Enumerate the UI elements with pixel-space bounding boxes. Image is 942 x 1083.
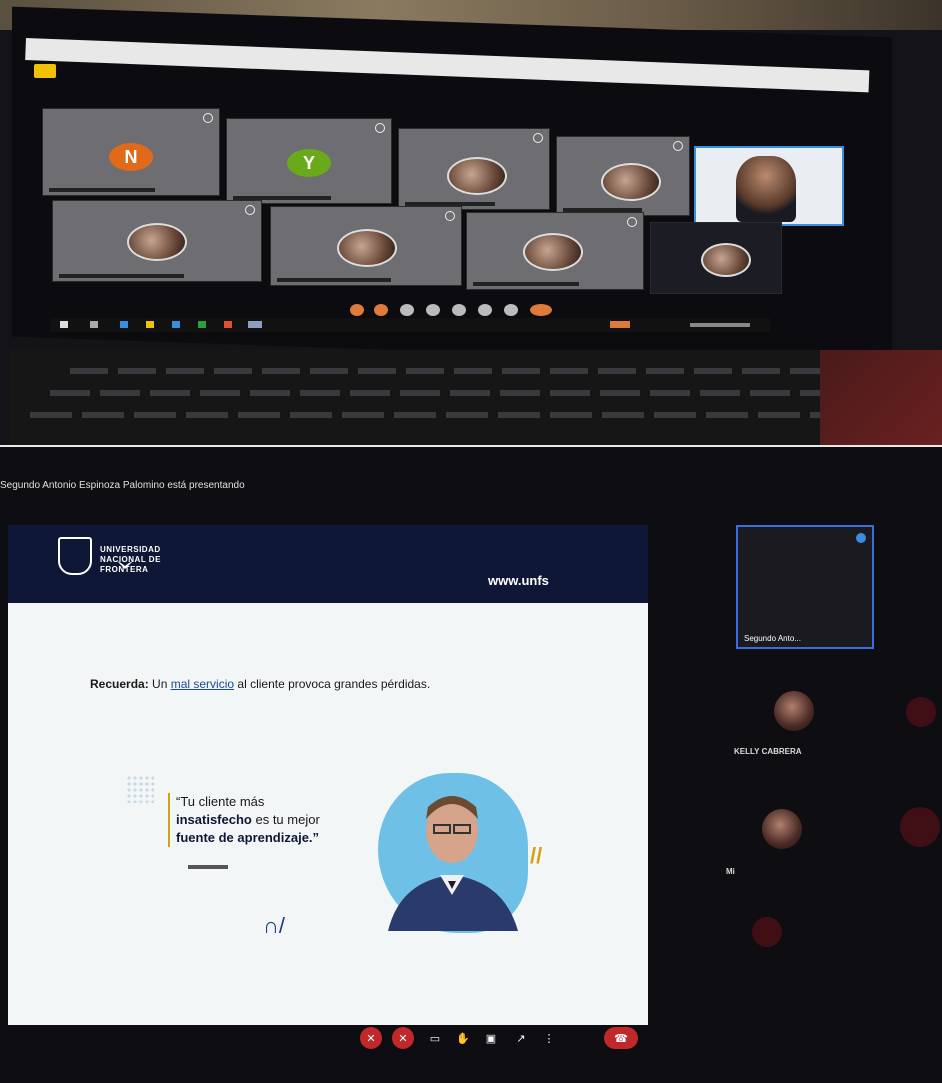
mic-off-icon[interactable]: ✕ (360, 1027, 382, 1049)
search-icon[interactable] (90, 321, 98, 328)
camera-icon[interactable] (374, 304, 388, 316)
pin-icon[interactable] (375, 123, 385, 133)
slash-decoration: // (530, 843, 543, 868)
quote-line-2-rest: es tu mejor (251, 812, 320, 827)
participant-tile[interactable]: Y (226, 118, 392, 204)
avatar (127, 223, 187, 261)
pin-icon[interactable] (245, 205, 255, 215)
app-icon[interactable] (248, 321, 262, 328)
avatar (337, 229, 397, 267)
slide-quote: “Tu cliente más insatisfecho es tu mejor… (176, 793, 376, 847)
captions-icon[interactable] (400, 304, 414, 316)
bokeh-light (906, 697, 936, 727)
laptop-keyboard (10, 350, 930, 445)
edge-icon[interactable] (120, 321, 128, 328)
key-row (30, 412, 830, 418)
office-icon[interactable] (224, 321, 232, 328)
pin-icon[interactable] (203, 113, 213, 123)
quote-accent-bar (168, 793, 170, 847)
start-icon[interactable] (60, 321, 68, 328)
participant-tile[interactable] (52, 200, 262, 282)
self-name: Segundo Anto... (744, 634, 801, 643)
desk-surface (820, 350, 942, 445)
curve-decoration: ∩/ (263, 913, 285, 938)
cam-off-icon[interactable]: ✕ (392, 1027, 414, 1049)
reactions-icon[interactable]: ↗ (510, 1027, 532, 1049)
mic-icon[interactable] (350, 304, 364, 316)
participant-tile[interactable] (270, 206, 462, 286)
meeting-toolbar (350, 304, 560, 318)
participant-tile[interactable] (398, 128, 550, 210)
slide-header: UNIVERSIDAD NACIONAL DE FRONTERA www.unf… (8, 525, 648, 603)
dot-pattern-decoration (126, 775, 154, 803)
avatar (701, 243, 751, 277)
end-call-icon[interactable]: ☎ (604, 1027, 638, 1049)
settings-icon[interactable] (504, 304, 518, 316)
quote-line-1: “Tu cliente más (176, 794, 265, 809)
avatar (447, 157, 507, 195)
participant-avatar[interactable] (774, 691, 814, 731)
folder-icon[interactable] (146, 321, 154, 328)
portrait-image (388, 796, 518, 931)
end-call-icon[interactable] (530, 304, 552, 316)
pin-icon[interactable] (627, 217, 637, 227)
pin-icon[interactable] (533, 133, 543, 143)
participant-name: Mi (726, 867, 735, 876)
more-icon[interactable] (478, 304, 492, 316)
present-icon[interactable]: ▣ (480, 1027, 502, 1049)
participant-tile[interactable] (650, 222, 782, 294)
shared-slide: UNIVERSIDAD NACIONAL DE FRONTERA www.unf… (8, 525, 648, 1025)
participant-name (277, 278, 391, 282)
participant-name (473, 282, 579, 286)
participant-tile[interactable]: N (42, 108, 220, 196)
quote-line-2: insatisfecho es tu mejor (176, 811, 376, 829)
slide-url: www.unfs (488, 573, 549, 588)
chrome-icon[interactable] (198, 321, 206, 328)
presenting-banner: Segundo Antonio Espinoza Palomino está p… (0, 480, 245, 491)
more-icon[interactable]: ⋮ (538, 1027, 560, 1049)
meeting-controls: ✕ ✕ ▭ ✋ ▣ ↗ ⋮ ☎ (360, 1025, 640, 1053)
store-icon[interactable] (172, 321, 180, 328)
key-row (70, 368, 830, 374)
hand-icon[interactable] (426, 304, 440, 316)
pin-icon[interactable] (445, 211, 455, 221)
browser-tab-icon[interactable] (34, 64, 56, 78)
present-icon[interactable] (452, 304, 466, 316)
bokeh-light (752, 917, 782, 947)
pin-icon[interactable] (673, 141, 683, 151)
key-row (50, 390, 830, 396)
recuerda-pre: Un (148, 677, 171, 691)
avatar-letter-y: Y (287, 149, 331, 177)
participant-name (59, 274, 184, 278)
participant-name (49, 188, 155, 192)
self-video-tile[interactable]: Segundo Anto... (736, 525, 874, 649)
recuerda-label: Recuerda: (90, 677, 149, 691)
top-photo-gallery-view: N Y (0, 0, 942, 445)
os-taskbar (50, 318, 770, 332)
bottom-photo-presentation-view: Segundo Antonio Espinoza Palomino está p… (0, 447, 942, 1083)
cc-icon[interactable]: ▭ (424, 1027, 446, 1049)
participant-avatar[interactable] (762, 809, 802, 849)
university-name: UNIVERSIDAD NACIONAL DE FRONTERA (100, 545, 161, 574)
avatar (601, 163, 661, 201)
quote-bold-word: insatisfecho (176, 812, 252, 827)
pin-icon[interactable] (856, 533, 866, 543)
mal-servicio-link: mal servicio (170, 677, 235, 691)
slide-recuerda-text: Recuerda: Un mal servicio al cliente pro… (90, 677, 430, 691)
university-logo-icon (58, 537, 133, 575)
hand-icon[interactable]: ✋ (452, 1027, 474, 1049)
participant-tile[interactable] (466, 212, 644, 290)
active-speaker-tile[interactable] (694, 146, 844, 226)
quote-author (188, 865, 228, 869)
tray-icon[interactable] (610, 321, 630, 328)
recuerda-post: al cliente provoca grandes pérdidas. (234, 677, 431, 691)
bokeh-light (900, 807, 940, 847)
clock-display (690, 323, 750, 327)
avatar-letter-n: N (109, 143, 153, 171)
participant-name: KELLY CABRERA (734, 747, 802, 756)
avatar (523, 233, 583, 271)
participant-tile[interactable] (556, 136, 690, 216)
speaker-video (736, 156, 796, 222)
quote-line-3: fuente de aprendizaje.” (176, 830, 320, 845)
